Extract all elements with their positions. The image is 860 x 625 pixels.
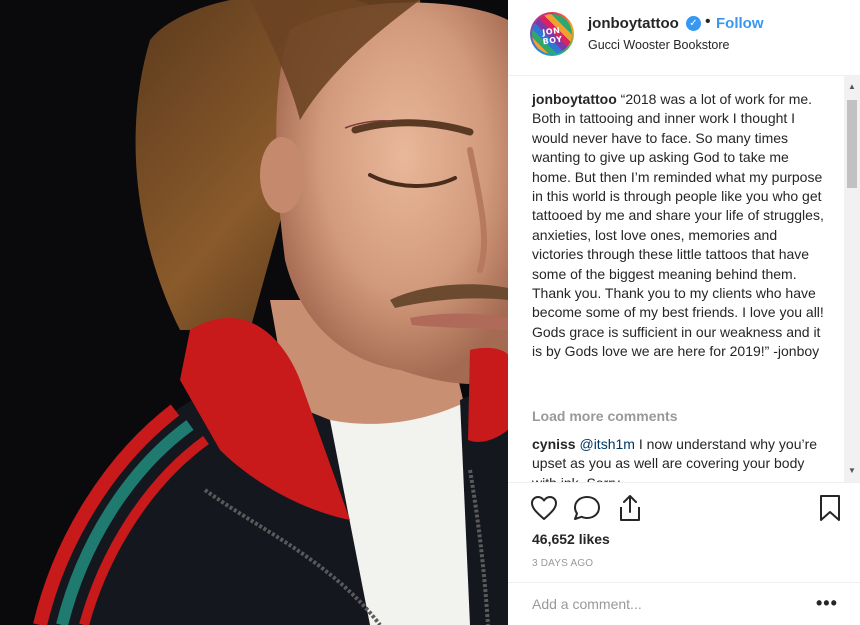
location-link[interactable]: Gucci Wooster Bookstore — [588, 38, 730, 52]
verified-badge-icon: ✓ — [686, 16, 701, 31]
photo-illustration — [0, 0, 508, 625]
bookmark-icon[interactable] — [818, 494, 842, 522]
post-sidebar: JON BOY jonboytattoo ✓ • Follow Gucci Wo… — [508, 0, 860, 625]
post-header: JON BOY jonboytattoo ✓ • Follow Gucci Wo… — [508, 0, 860, 76]
action-bar: 46,652 likes 3 DAYS AGO — [508, 482, 860, 582]
follow-button[interactable]: Follow — [716, 15, 764, 32]
add-comment-input[interactable] — [532, 593, 792, 615]
comments-section: jonboytattoo “2018 was a lot of work for… — [508, 76, 860, 482]
username-link[interactable]: jonboytattoo — [588, 15, 679, 32]
post-timestamp[interactable]: 3 DAYS AGO — [532, 558, 593, 569]
scroll-up-arrow-icon[interactable]: ▲ — [848, 82, 856, 91]
more-options-icon[interactable]: ••• — [816, 593, 838, 614]
load-more-comments-button[interactable]: Load more comments — [532, 408, 677, 424]
comments-scrollbar[interactable]: ▲ ▼ — [844, 76, 860, 482]
likes-count[interactable]: 46,652 likes — [532, 531, 610, 547]
caption: jonboytattoo “2018 was a lot of work for… — [532, 90, 824, 362]
caption-text: “2018 was a lot of work for me. Both in … — [532, 91, 824, 360]
post-photo[interactable] — [0, 0, 508, 625]
comment-icon[interactable] — [572, 494, 602, 522]
comment-item: cyniss @itsh1m I now understand why you’… — [532, 435, 824, 482]
comment-mention[interactable]: @itsh1m — [579, 436, 634, 452]
heart-icon[interactable] — [530, 495, 558, 521]
scroll-down-arrow-icon[interactable]: ▼ — [848, 466, 856, 475]
scrollbar-thumb[interactable] — [847, 100, 857, 188]
separator-dot: • — [705, 13, 711, 30]
caption-author[interactable]: jonboytattoo — [532, 91, 617, 107]
comment-author[interactable]: cyniss — [532, 436, 576, 452]
share-icon[interactable] — [616, 493, 644, 523]
add-comment-bar: ••• — [508, 582, 860, 625]
avatar[interactable]: JON BOY — [530, 12, 574, 56]
